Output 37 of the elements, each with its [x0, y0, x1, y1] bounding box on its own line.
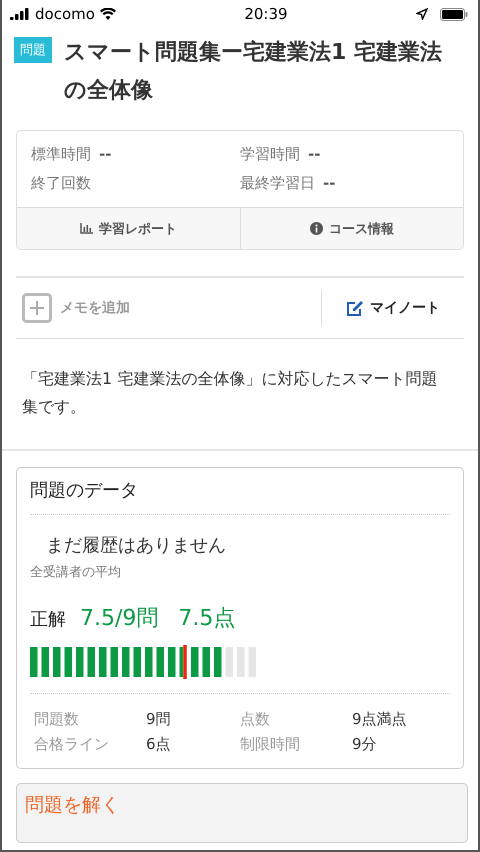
info-value: --	[323, 174, 336, 192]
info-label: 学習時間	[240, 145, 300, 164]
category-tag: 問題	[14, 37, 52, 63]
carrier-name: docomo	[35, 5, 95, 23]
clock-time: 20:39	[244, 5, 288, 23]
stat-value: 6点	[146, 735, 172, 754]
info-label: 標準時間	[31, 145, 91, 164]
stat-value: 9分	[352, 735, 378, 754]
average-label: 全受講者の平均	[30, 564, 122, 581]
stat-value: 9問	[146, 710, 172, 729]
my-note-button[interactable]: マイノート	[322, 298, 464, 318]
page-title: スマート問題集ー宅建業法1 宅建業法の全体像	[64, 38, 443, 105]
info-value: --	[308, 145, 320, 163]
wifi-icon	[100, 8, 116, 20]
stat-label: 制限時間	[240, 735, 301, 754]
card-title: 問題のデータ	[30, 478, 450, 515]
correct-count: 7.5/9問	[80, 605, 158, 633]
signal-icon	[10, 8, 30, 20]
info-value: --	[99, 145, 112, 163]
info-label: 最終学習日	[240, 174, 315, 193]
bar-chart-icon	[80, 223, 93, 234]
battery-icon	[440, 8, 468, 20]
stat-label: 問題数	[34, 710, 80, 729]
score-value: 7.5点	[178, 605, 236, 633]
stat-label: 合格ライン	[34, 735, 110, 754]
edit-icon	[346, 300, 364, 316]
stat-label: 点数	[240, 710, 271, 729]
description-text: 「宅建業法1 宅建業法の全体像」に対応したスマート問題集です。	[2, 339, 478, 451]
location-arrow-icon	[416, 8, 428, 20]
plus-box-icon	[22, 293, 52, 323]
stat-value: 9点満点	[352, 710, 408, 729]
history-message: まだ履歴はありません	[46, 534, 227, 557]
correct-label: 正解	[30, 608, 66, 631]
report-button[interactable]: 学習レポート	[17, 208, 240, 249]
info-label: 終了回数	[31, 174, 91, 193]
info-icon	[310, 222, 323, 235]
course-info-button[interactable]: コース情報	[240, 208, 463, 249]
